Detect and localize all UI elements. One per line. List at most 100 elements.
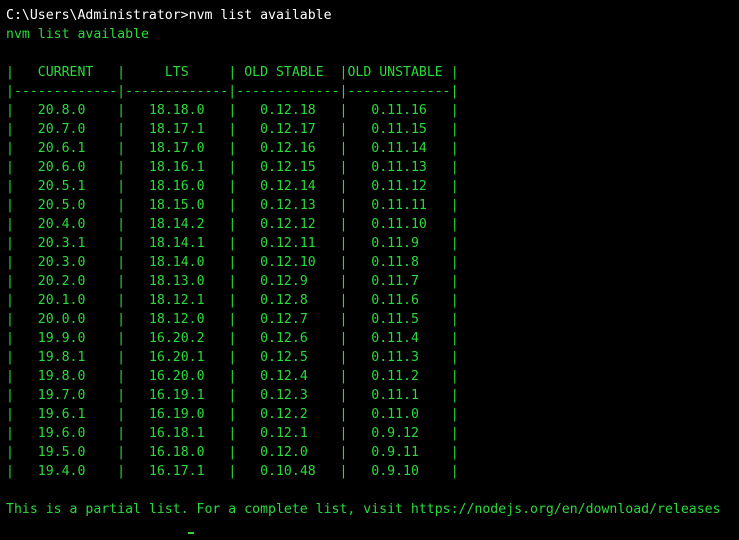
version-table: | CURRENT | LTS | OLD STABLE |OLD UNSTAB…	[6, 63, 736, 481]
table-cell: 0.11.5	[347, 312, 451, 327]
table-cell: 0.12.1	[236, 426, 340, 441]
table-cell: 0.12.13	[236, 198, 340, 213]
table-row: | 19.7.0 | 16.19.1 | 0.12.3 | 0.11.1 |	[6, 388, 459, 403]
table-cell: 0.11.6	[347, 293, 451, 308]
table-cell: 0.12.18	[236, 103, 340, 118]
table-cell: 0.11.10	[347, 217, 451, 232]
table-cell: 0.11.16	[347, 103, 451, 118]
table-row: | 19.9.0 | 16.20.2 | 0.12.6 | 0.11.4 |	[6, 331, 459, 346]
table-cell: 19.5.0	[13, 445, 118, 460]
command-echo: nvm list available	[6, 27, 149, 42]
text-cursor	[188, 532, 194, 534]
table-cell: 16.20.0	[125, 369, 229, 384]
table-row: | 20.3.1 | 18.14.1 | 0.12.11 | 0.11.9 |	[6, 236, 459, 251]
table-cell: 0.12.15	[236, 160, 340, 175]
table-row: | 20.5.1 | 18.16.0 | 0.12.14 | 0.11.12 |	[6, 179, 459, 194]
table-cell: 0.11.15	[347, 122, 451, 137]
table-row: | 19.8.0 | 16.20.0 | 0.12.4 | 0.11.2 |	[6, 369, 459, 384]
command-line: C:\Users\Administrator>nvm list availabl…	[6, 6, 736, 25]
terminal-window[interactable]: C:\Users\Administrator>nvm list availabl…	[6, 6, 736, 519]
table-cell: 18.14.0	[125, 255, 229, 270]
table-cell: 16.17.1	[125, 464, 229, 479]
table-row: | 20.6.1 | 18.17.0 | 0.12.16 | 0.11.14 |	[6, 141, 459, 156]
header-cell: LTS	[125, 65, 229, 80]
table-cell: 19.8.1	[13, 350, 118, 365]
table-cell: 16.18.0	[125, 445, 229, 460]
table-cell: 16.20.1	[125, 350, 229, 365]
table-cell: 20.8.0	[13, 103, 118, 118]
table-cell: 0.12.3	[236, 388, 340, 403]
table-row: | 19.8.1 | 16.20.1 | 0.12.5 | 0.11.3 |	[6, 350, 459, 365]
table-cell: 18.15.0	[125, 198, 229, 213]
table-cell: 19.6.1	[13, 407, 118, 422]
table-cell: 19.8.0	[13, 369, 118, 384]
table-cell: 16.18.1	[125, 426, 229, 441]
table-cell: 0.12.8	[236, 293, 340, 308]
table-row: | 20.0.0 | 18.12.0 | 0.12.7 | 0.11.5 |	[6, 312, 459, 327]
table-row: | 19.5.0 | 16.18.0 | 0.12.0 | 0.9.11 |	[6, 445, 459, 460]
table-cell: 18.14.2	[125, 217, 229, 232]
table-cell: 20.6.0	[13, 160, 118, 175]
table-row: | 20.6.0 | 18.16.1 | 0.12.15 | 0.11.13 |	[6, 160, 459, 175]
table-cell: 0.12.5	[236, 350, 340, 365]
table-cell: 20.3.0	[13, 255, 118, 270]
table-cell: 20.3.1	[13, 236, 118, 251]
table-cell: 20.6.1	[13, 141, 118, 156]
table-cell: 0.11.4	[347, 331, 451, 346]
table-cell: 0.12.11	[236, 236, 340, 251]
table-cell: 0.10.48	[236, 464, 340, 479]
header-cell: OLD STABLE	[236, 65, 340, 80]
table-cell: 19.4.0	[13, 464, 118, 479]
table-cell: 0.9.11	[347, 445, 451, 460]
table-cell: 20.5.1	[13, 179, 118, 194]
table-cell: 0.11.8	[347, 255, 451, 270]
table-cell: 0.11.0	[347, 407, 451, 422]
table-cell: 0.12.12	[236, 217, 340, 232]
table-row: | 20.8.0 | 18.18.0 | 0.12.18 | 0.11.16 |	[6, 103, 459, 118]
table-cell: 18.12.1	[125, 293, 229, 308]
table-row: | 19.4.0 | 16.17.1 | 0.10.48 | 0.9.10 |	[6, 464, 459, 479]
table-cell: 0.12.0	[236, 445, 340, 460]
table-cell: 18.18.0	[125, 103, 229, 118]
table-cell: 20.7.0	[13, 122, 118, 137]
command-text: nvm list available	[188, 8, 332, 23]
table-cell: 16.19.0	[125, 407, 229, 422]
table-cell: 20.5.0	[13, 198, 118, 213]
table-cell: 0.11.13	[347, 160, 451, 175]
table-cell: 0.9.10	[347, 464, 451, 479]
table-cell: 0.11.1	[347, 388, 451, 403]
table-cell: 20.4.0	[13, 217, 118, 232]
table-cell: 18.17.1	[125, 122, 229, 137]
footer-message: This is a partial list. For a complete l…	[6, 502, 721, 517]
table-cell: 0.12.2	[236, 407, 340, 422]
table-cell: 18.16.1	[125, 160, 229, 175]
table-row: | 20.4.0 | 18.14.2 | 0.12.12 | 0.11.10 |	[6, 217, 459, 232]
table-cell: 20.1.0	[13, 293, 118, 308]
table-cell: 0.12.6	[236, 331, 340, 346]
table-cell: 0.12.17	[236, 122, 340, 137]
table-cell: 19.9.0	[13, 331, 118, 346]
table-cell: 20.2.0	[13, 274, 118, 289]
table-cell: 18.17.0	[125, 141, 229, 156]
table-row: | 20.3.0 | 18.14.0 | 0.12.10 | 0.11.8 |	[6, 255, 459, 270]
table-cell: 0.12.4	[236, 369, 340, 384]
header-cell: CURRENT	[13, 65, 118, 80]
table-cell: 16.20.2	[125, 331, 229, 346]
table-cell: 0.11.12	[347, 179, 451, 194]
table-cell: 18.13.0	[125, 274, 229, 289]
table-cell: 0.11.2	[347, 369, 451, 384]
table-cell: 18.12.0	[125, 312, 229, 327]
table-cell: 0.12.7	[236, 312, 340, 327]
table-cell: 0.12.14	[236, 179, 340, 194]
table-cell: 0.11.7	[347, 274, 451, 289]
table-row: | 20.1.0 | 18.12.1 | 0.12.8 | 0.11.6 |	[6, 293, 459, 308]
table-cell: 19.6.0	[13, 426, 118, 441]
table-cell: 0.9.12	[347, 426, 451, 441]
table-cell: 0.12.10	[236, 255, 340, 270]
table-cell: 0.11.9	[347, 236, 451, 251]
table-row: | 20.5.0 | 18.15.0 | 0.12.13 | 0.11.11 |	[6, 198, 459, 213]
table-cell: 20.0.0	[13, 312, 118, 327]
table-row: | 19.6.1 | 16.19.0 | 0.12.2 | 0.11.0 |	[6, 407, 459, 422]
